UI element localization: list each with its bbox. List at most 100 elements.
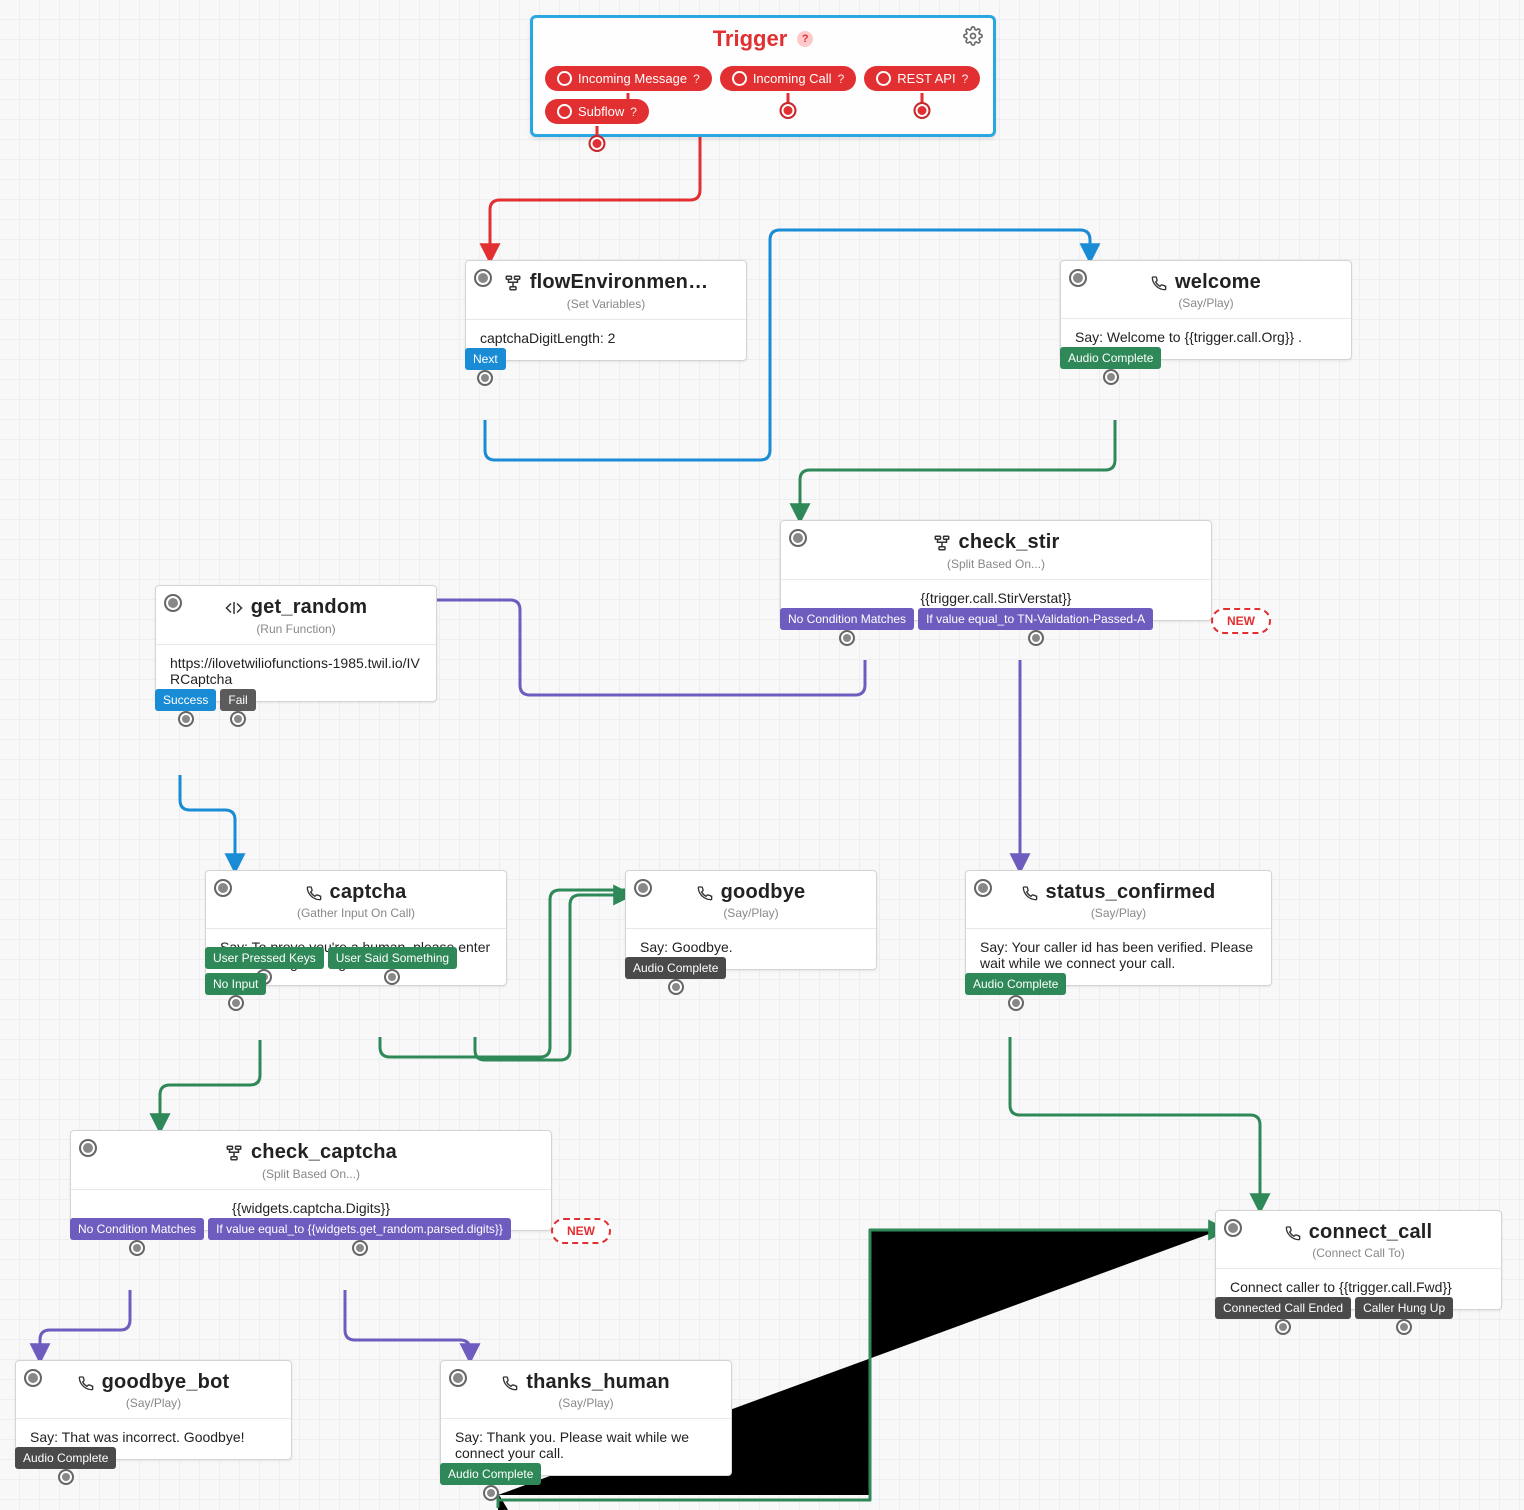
node-subtitle: (Split Based On...): [71, 1167, 551, 1189]
output-dot[interactable]: [384, 969, 400, 985]
pill-label: REST API: [897, 71, 955, 86]
output-dot[interactable]: [1008, 995, 1024, 1011]
output-dot[interactable]: [483, 1485, 499, 1501]
output-condition-match[interactable]: If value equal_to TN-Validation-Passed-A: [918, 608, 1153, 630]
output-next[interactable]: Next: [465, 348, 506, 370]
output-dot[interactable]: [1396, 1319, 1412, 1335]
output-dot[interactable]: [780, 102, 797, 119]
output-dot[interactable]: [914, 102, 931, 119]
node-title: check_captcha: [225, 1141, 397, 1164]
node-get-random[interactable]: get_random (Run Function) https://ilovet…: [155, 585, 437, 702]
output-dot[interactable]: [477, 370, 493, 386]
trigger-card[interactable]: Trigger ? Incoming Message ? Incoming Ca…: [530, 15, 996, 137]
help-icon: ?: [630, 105, 637, 119]
output-no-input[interactable]: No Input: [205, 973, 266, 995]
output-dot[interactable]: [230, 711, 246, 727]
node-thanks-human[interactable]: thanks_human (Say/Play) Say: Thank you. …: [440, 1360, 732, 1476]
node-connect-call[interactable]: connect_call (Connect Call To) Connect c…: [1215, 1210, 1502, 1310]
output-audio-complete[interactable]: Audio Complete: [440, 1463, 541, 1485]
node-title: thanks_human: [502, 1371, 670, 1394]
trigger-title-text: Trigger: [713, 26, 788, 52]
trigger-pill-subflow[interactable]: Subflow ?: [545, 99, 649, 124]
input-dot[interactable]: [1224, 1219, 1242, 1237]
phone-icon: [1151, 275, 1167, 291]
ring-icon: [557, 104, 572, 119]
input-dot[interactable]: [789, 529, 807, 547]
phone-icon: [697, 885, 713, 901]
output-audio-complete[interactable]: Audio Complete: [15, 1447, 116, 1469]
trigger-pill-incoming-message[interactable]: Incoming Message ?: [545, 66, 712, 91]
node-title: status_confirmed: [1022, 881, 1216, 904]
new-condition-button[interactable]: NEW: [1211, 608, 1271, 634]
output-caller-hung-up[interactable]: Caller Hung Up: [1355, 1297, 1453, 1319]
input-dot[interactable]: [474, 269, 492, 287]
node-title: check_stir: [933, 531, 1060, 554]
node-welcome[interactable]: welcome (Say/Play) Say: Welcome to {{tri…: [1060, 260, 1352, 360]
tag-label: If value equal_to {{widgets.get_random.p…: [216, 1222, 503, 1236]
node-check-stir[interactable]: check_stir (Split Based On...) {{trigger…: [780, 520, 1212, 621]
node-title: get_random: [225, 596, 367, 619]
input-dot[interactable]: [634, 879, 652, 897]
output-dot[interactable]: [839, 630, 855, 646]
output-dot[interactable]: [178, 711, 194, 727]
tag-label: User Said Something: [336, 951, 449, 965]
tag-label: Audio Complete: [973, 977, 1058, 991]
input-dot[interactable]: [164, 594, 182, 612]
title-text: goodbye: [721, 881, 806, 904]
output-no-match[interactable]: No Condition Matches: [780, 608, 914, 630]
node-subtitle: (Gather Input On Call): [206, 906, 506, 928]
input-dot[interactable]: [974, 879, 992, 897]
input-dot[interactable]: [1069, 269, 1087, 287]
output-dot[interactable]: [1028, 630, 1044, 646]
output-call-ended[interactable]: Connected Call Ended: [1215, 1297, 1351, 1319]
node-subtitle: (Say/Play): [1061, 296, 1351, 318]
trigger-pill-incoming-call[interactable]: Incoming Call ?: [720, 66, 856, 91]
output-said-something[interactable]: User Said Something: [328, 947, 457, 969]
input-dot[interactable]: [214, 879, 232, 897]
tag-label: Audio Complete: [448, 1467, 533, 1481]
output-success[interactable]: Success: [155, 689, 216, 711]
output-dot[interactable]: [58, 1469, 74, 1485]
node-flow-environment[interactable]: flowEnvironmen… (Set Variables) captchaD…: [465, 260, 747, 361]
output-dot[interactable]: [1103, 369, 1119, 385]
node-title: goodbye_bot: [78, 1371, 230, 1394]
output-audio-complete[interactable]: Audio Complete: [965, 973, 1066, 995]
output-dot[interactable]: [588, 135, 605, 152]
flow-icon: [504, 274, 522, 292]
help-icon[interactable]: ?: [797, 31, 813, 47]
tag-label: No Condition Matches: [78, 1222, 196, 1236]
output-dot[interactable]: [129, 1240, 145, 1256]
title-text: connect_call: [1309, 1221, 1433, 1244]
pill-label: Incoming Call: [753, 71, 832, 86]
node-captcha[interactable]: captcha (Gather Input On Call) Say: To p…: [205, 870, 507, 986]
output-fail[interactable]: Fail: [220, 689, 255, 711]
node-title: captcha: [306, 881, 407, 904]
output-condition-match[interactable]: If value equal_to {{widgets.get_random.p…: [208, 1218, 511, 1240]
new-condition-button[interactable]: NEW: [551, 1218, 611, 1244]
ring-icon: [876, 71, 891, 86]
node-status-confirmed[interactable]: status_confirmed (Say/Play) Say: Your ca…: [965, 870, 1272, 986]
output-dot[interactable]: [668, 979, 684, 995]
tag-label: No Input: [213, 977, 258, 991]
input-dot[interactable]: [449, 1369, 467, 1387]
input-dot[interactable]: [24, 1369, 42, 1387]
output-audio-complete[interactable]: Audio Complete: [625, 957, 726, 979]
tag-label: Next: [473, 352, 498, 366]
gear-icon[interactable]: [963, 26, 983, 46]
trigger-title: Trigger ?: [713, 26, 814, 52]
node-check-captcha[interactable]: check_captcha (Split Based On...) {{widg…: [70, 1130, 552, 1231]
node-goodbye-bot[interactable]: goodbye_bot (Say/Play) Say: That was inc…: [15, 1360, 292, 1460]
output-pressed-keys[interactable]: User Pressed Keys: [205, 947, 324, 969]
output-no-match[interactable]: No Condition Matches: [70, 1218, 204, 1240]
tag-label: Success: [163, 693, 208, 707]
output-dot[interactable]: [352, 1240, 368, 1256]
input-dot[interactable]: [79, 1139, 97, 1157]
node-body: captchaDigitLength: 2: [466, 319, 746, 360]
output-dot[interactable]: [228, 995, 244, 1011]
output-dot[interactable]: [1275, 1319, 1291, 1335]
node-goodbye[interactable]: goodbye (Say/Play) Say: Goodbye. Audio C…: [625, 870, 877, 970]
trigger-pill-rest-api[interactable]: REST API ?: [864, 66, 980, 91]
title-text: welcome: [1175, 271, 1261, 294]
output-audio-complete[interactable]: Audio Complete: [1060, 347, 1161, 369]
title-text: goodbye_bot: [102, 1371, 230, 1394]
